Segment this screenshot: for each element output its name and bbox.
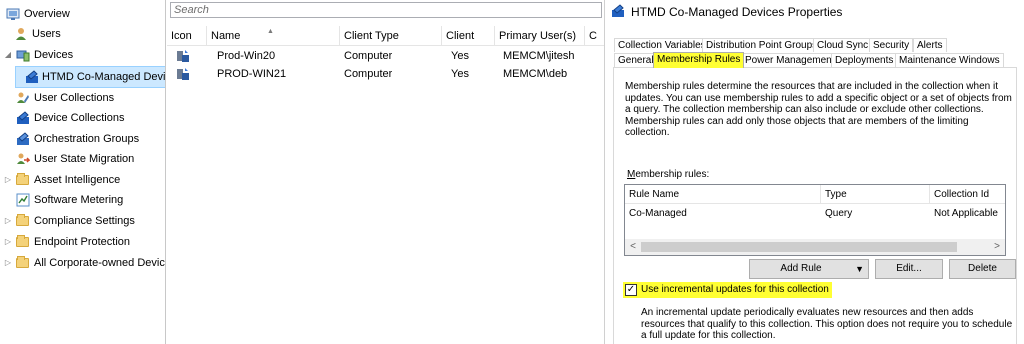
membership-rules-description: Membership rules determine the resources… — [625, 81, 1012, 138]
incremental-updates-description: An incremental update periodically evalu… — [641, 307, 1013, 341]
delete-button[interactable]: Delete — [949, 259, 1016, 279]
nav-item-all-corporate-owned[interactable]: ▷ All Corporate-owned Device — [0, 253, 165, 273]
expand-arrow-icon[interactable]: ▷ — [3, 211, 13, 231]
folder-icon — [16, 256, 29, 268]
scroll-right-icon[interactable]: > — [989, 239, 1005, 255]
scrollbar-thumb[interactable] — [641, 242, 957, 252]
nav-item-user-state-migration[interactable]: User State Migration — [0, 149, 165, 169]
user-migration-icon — [16, 152, 31, 166]
column-header-row: Icon Name ▲ Client Type Client Primary U… — [167, 26, 604, 46]
nav-item-asset-intelligence[interactable]: ▷ Asset Intelligence — [0, 170, 165, 190]
device-name: PROD-WIN21 — [217, 68, 287, 80]
collapse-arrow-icon[interactable]: ◢ — [3, 45, 13, 65]
sort-ascending-icon: ▲ — [267, 28, 274, 35]
rules-column-type[interactable]: Type — [821, 185, 930, 204]
incremental-updates-label: Use incremental updates for this collect… — [641, 284, 829, 295]
expand-arrow-icon[interactable]: ▷ — [3, 232, 13, 252]
device-list-pane: Search Icon Name ▲ Client Type Client Pr… — [167, 0, 604, 344]
tab-deployments[interactable]: Deployments — [831, 53, 898, 67]
scroll-left-icon[interactable]: < — [625, 239, 641, 255]
table-row[interactable]: Prod-Win20 Computer Yes MEMCM\jitesh — [167, 47, 604, 65]
incremental-updates-checkbox[interactable]: ✓ — [625, 284, 637, 296]
tab-membership-rules[interactable]: Membership Rules — [653, 52, 745, 68]
primary-user: MEMCM\deb — [503, 68, 568, 80]
tab-cloud-sync[interactable]: Cloud Sync — [813, 38, 873, 52]
column-header-truncated[interactable]: C — [585, 26, 604, 46]
expand-arrow-icon[interactable]: ▷ — [3, 253, 13, 273]
device-collections-icon — [16, 111, 30, 125]
rule-collection-id-cell[interactable]: Not Applicable — [930, 206, 1005, 222]
column-header-icon[interactable]: Icon — [167, 26, 207, 46]
horizontal-scrollbar[interactable]: < > — [625, 239, 1005, 255]
client-status: Yes — [451, 50, 469, 62]
client-type: Computer — [344, 50, 393, 62]
nav-item-endpoint-protection[interactable]: ▷ Endpoint Protection — [0, 232, 165, 252]
nav-item-orchestration-groups[interactable]: Orchestration Groups — [0, 129, 165, 149]
column-header-client-type[interactable]: Client Type — [340, 26, 442, 46]
rule-name-cell[interactable]: Co-Managed — [625, 206, 821, 222]
membership-rules-label: Membership rules: — [627, 169, 710, 180]
rules-column-collection-id[interactable]: Collection Id — [930, 185, 1005, 204]
tab-power-management[interactable]: Power Management — [741, 53, 839, 67]
expand-arrow-icon[interactable]: ▷ — [3, 170, 13, 190]
dropdown-arrow-icon: ▼ — [855, 264, 864, 274]
folder-icon — [16, 214, 29, 226]
orchestration-icon — [16, 132, 30, 146]
tab-general[interactable]: General — [614, 53, 658, 67]
column-header-primary-users[interactable]: Primary User(s) — [495, 26, 585, 46]
nav-item-user-collections[interactable]: User Collections — [0, 88, 165, 108]
nav-item-users[interactable]: Users — [0, 24, 165, 44]
folder-icon — [16, 173, 29, 185]
nav-item-compliance-settings[interactable]: ▷ Compliance Settings — [0, 211, 165, 231]
primary-user: MEMCM\jitesh — [503, 50, 575, 62]
folder-icon — [16, 235, 29, 247]
nav-item-overview[interactable]: Overview — [0, 4, 165, 24]
add-rule-button[interactable]: Add Rule ▼ — [749, 259, 869, 279]
computer-client-icon — [176, 67, 190, 87]
tab-collection-variables[interactable]: Collection Variables — [614, 38, 710, 52]
tab-security[interactable]: Security — [869, 38, 914, 52]
nav-item-software-metering[interactable]: Software Metering — [0, 190, 165, 210]
table-row[interactable]: PROD-WIN21 Computer Yes MEMCM\deb — [167, 65, 604, 83]
collection-icon — [25, 70, 39, 84]
column-header-client[interactable]: Client — [442, 26, 495, 46]
search-input[interactable]: Search — [170, 2, 602, 18]
navigation-tree: Overview Users ◢ Devices HTMD Co-Managed… — [0, 0, 166, 344]
client-type: Computer — [344, 68, 393, 80]
devices-icon — [16, 48, 30, 62]
rules-column-rule-name[interactable]: Rule Name — [625, 185, 821, 204]
user-collections-icon — [16, 91, 30, 105]
nav-item-devices[interactable]: ◢ Devices — [0, 45, 165, 65]
tab-distribution-point-groups[interactable]: Distribution Point Groups — [702, 38, 822, 52]
nav-item-htmd-co-managed[interactable]: HTMD Co-Managed Devic — [15, 66, 165, 88]
tab-maintenance-windows[interactable]: Maintenance Windows — [895, 53, 1004, 67]
overview-icon — [6, 7, 20, 21]
membership-rules-grid: Rule Name Type Collection Id Co-Managed … — [624, 184, 1006, 256]
device-name: Prod-Win20 — [217, 50, 276, 62]
incremental-updates-option[interactable]: ✓ Use incremental updates for this colle… — [623, 282, 832, 298]
add-rule-label: Add Rule — [780, 263, 822, 274]
metering-icon — [16, 193, 30, 207]
dialog-title: HTMD Co-Managed Devices Properties — [631, 5, 843, 19]
client-status: Yes — [451, 68, 469, 80]
tab-alerts[interactable]: Alerts — [913, 38, 947, 52]
users-icon — [14, 27, 28, 41]
collection-title-icon — [611, 4, 625, 21]
nav-item-device-collections[interactable]: Device Collections — [0, 108, 165, 128]
rule-type-cell[interactable]: Query — [821, 206, 930, 222]
properties-dialog: HTMD Co-Managed Devices Properties Colle… — [604, 0, 1024, 344]
edit-button[interactable]: Edit... — [875, 259, 943, 279]
